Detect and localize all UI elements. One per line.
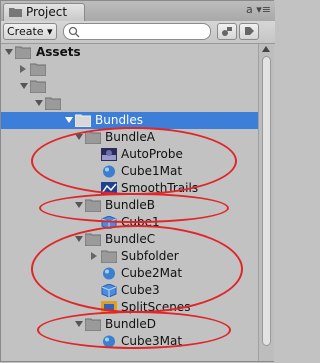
project-panel: Project a ▾≡ Create ▾ Assets Bundles Bun…: [0, 0, 275, 362]
expand-arrow-icon[interactable]: [35, 100, 43, 106]
tree-item-folder[interactable]: [1, 78, 258, 95]
folder-icon: [15, 46, 31, 59]
folder-icon: [30, 63, 46, 76]
filter-by-label-button[interactable]: [239, 23, 259, 40]
filter-by-type-button[interactable]: [217, 23, 237, 40]
create-button[interactable]: Create ▾: [3, 23, 57, 40]
scroll-thumb[interactable]: [262, 56, 271, 346]
folder-icon: [45, 97, 61, 110]
search-icon: [68, 26, 80, 38]
expand-arrow-icon[interactable]: [20, 83, 28, 89]
label-tag-icon: [245, 27, 254, 35]
tab-bar: Project a ▾≡: [1, 1, 275, 22]
tree-item-folder[interactable]: [1, 95, 258, 112]
tab-project[interactable]: Project: [3, 3, 85, 21]
search-field[interactable]: [63, 23, 211, 40]
folder-icon: [9, 8, 22, 17]
annotation-ellipse-bundled: [37, 311, 231, 349]
annotation-ellipse-bundlec: [31, 225, 243, 313]
search-input[interactable]: [82, 25, 202, 38]
tree-item-assets[interactable]: Assets: [1, 44, 258, 61]
tree-item-folder[interactable]: [1, 61, 258, 78]
expand-arrow-icon[interactable]: [5, 49, 13, 55]
expand-arrow-icon[interactable]: [65, 117, 73, 123]
annotation-ellipse-bundlea: [31, 127, 237, 195]
tree-item-label: Assets: [36, 45, 81, 59]
tab-project-label: Project: [26, 5, 68, 19]
folder-icon: [30, 80, 46, 93]
toolbar: Create ▾: [1, 21, 275, 44]
collapsed-arrow-icon[interactable]: [20, 65, 26, 73]
folder-icon: [75, 114, 91, 127]
annotation-ellipse-bundleb: [39, 193, 229, 223]
scroll-up-arrow-icon[interactable]: [262, 46, 270, 52]
panel-menu-icon[interactable]: a ▾≡: [246, 3, 271, 16]
filter-type-icon: [222, 27, 232, 36]
vertical-scrollbar[interactable]: [258, 44, 274, 361]
